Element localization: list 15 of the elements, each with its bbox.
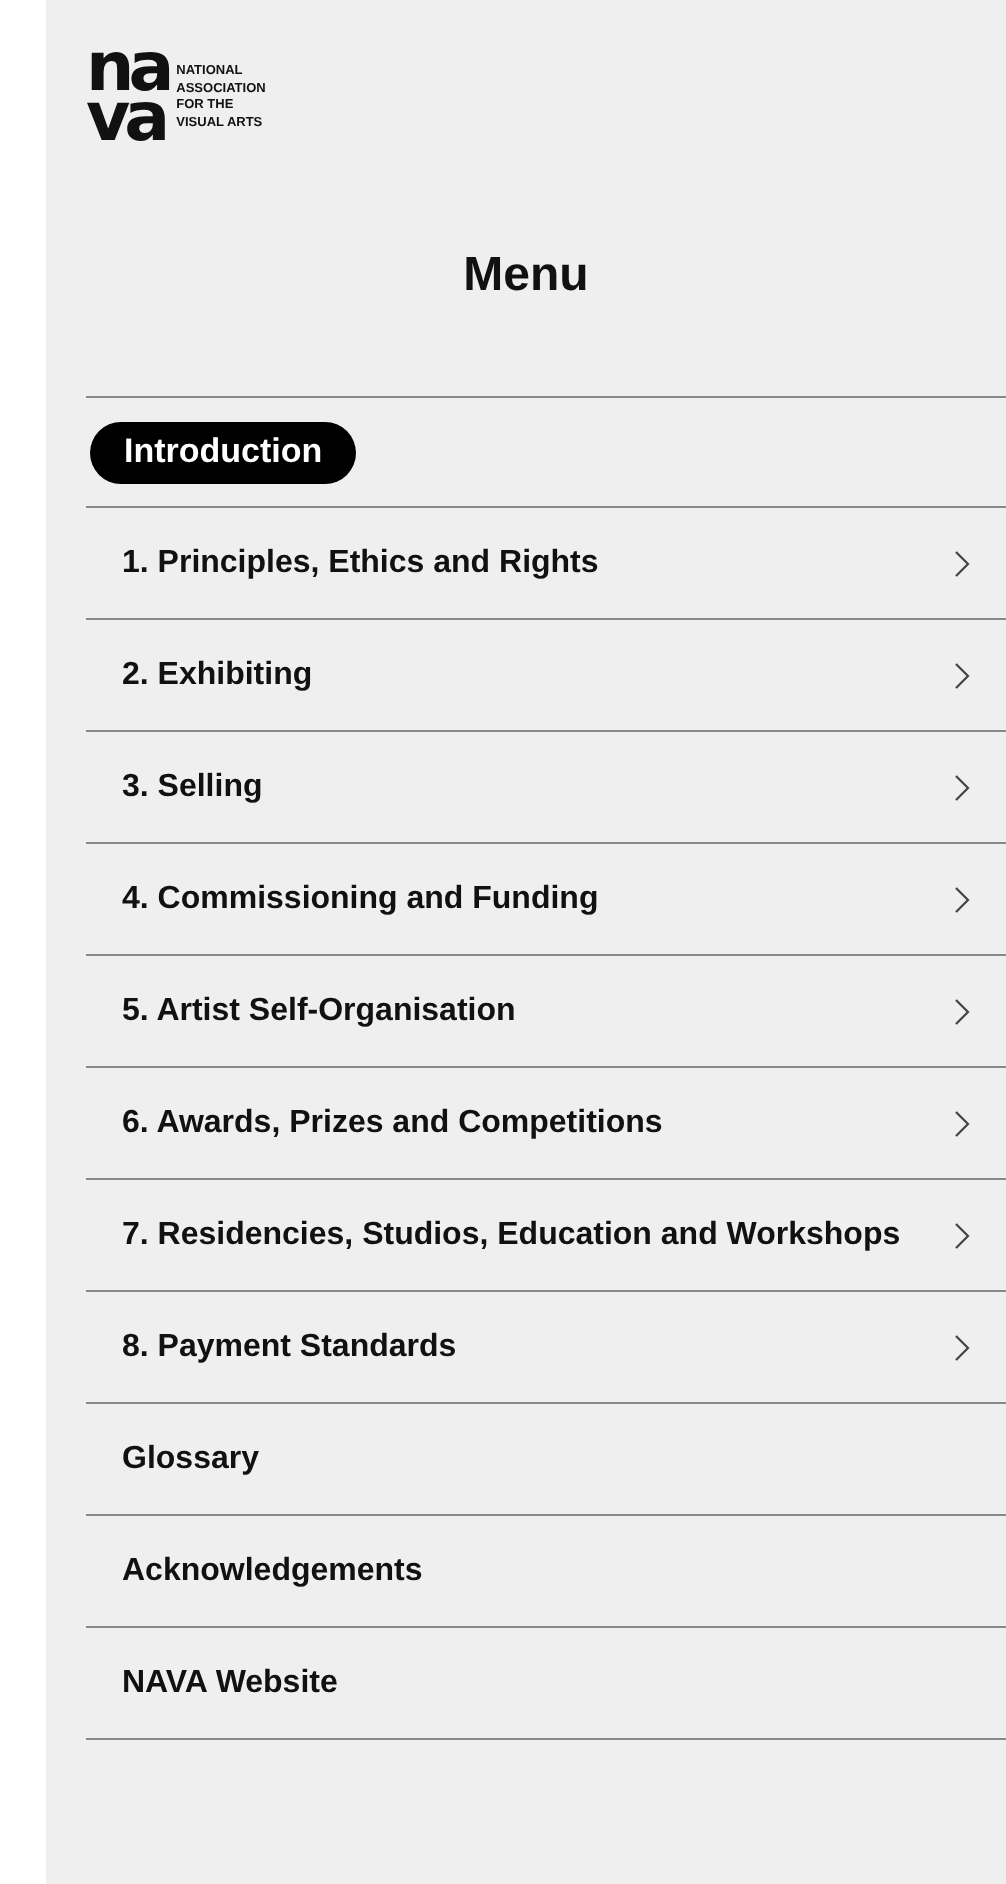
menu-item[interactable]: 1. Principles, Ethics and Rights (122, 541, 954, 585)
menu-item[interactable]: 4. Commissioning and Funding (122, 877, 954, 921)
menu-item[interactable]: Glossary (122, 1437, 970, 1481)
menu-item[interactable]: Introduction (90, 421, 357, 483)
menu-item[interactable]: 8. Payment Standards (122, 1325, 954, 1369)
menu-item[interactable]: 6. Awards, Prizes and Competitions (122, 1101, 954, 1145)
menu-item[interactable]: 2. Exhibiting (122, 653, 954, 697)
menu-item[interactable]: 5. Artist Self-Organisation (122, 989, 954, 1033)
logo-mark: va (86, 94, 165, 144)
menu-item[interactable]: NAVA Website (122, 1661, 970, 1705)
menu-item[interactable]: Acknowledgements (122, 1549, 970, 1593)
menu-item[interactable]: 7. Residencies, Studios, Education and Workshops (122, 1213, 954, 1257)
menu-title: Menu (463, 248, 589, 304)
menu-item[interactable]: 3. Selling (122, 765, 954, 809)
logo-mark: na (86, 44, 169, 94)
